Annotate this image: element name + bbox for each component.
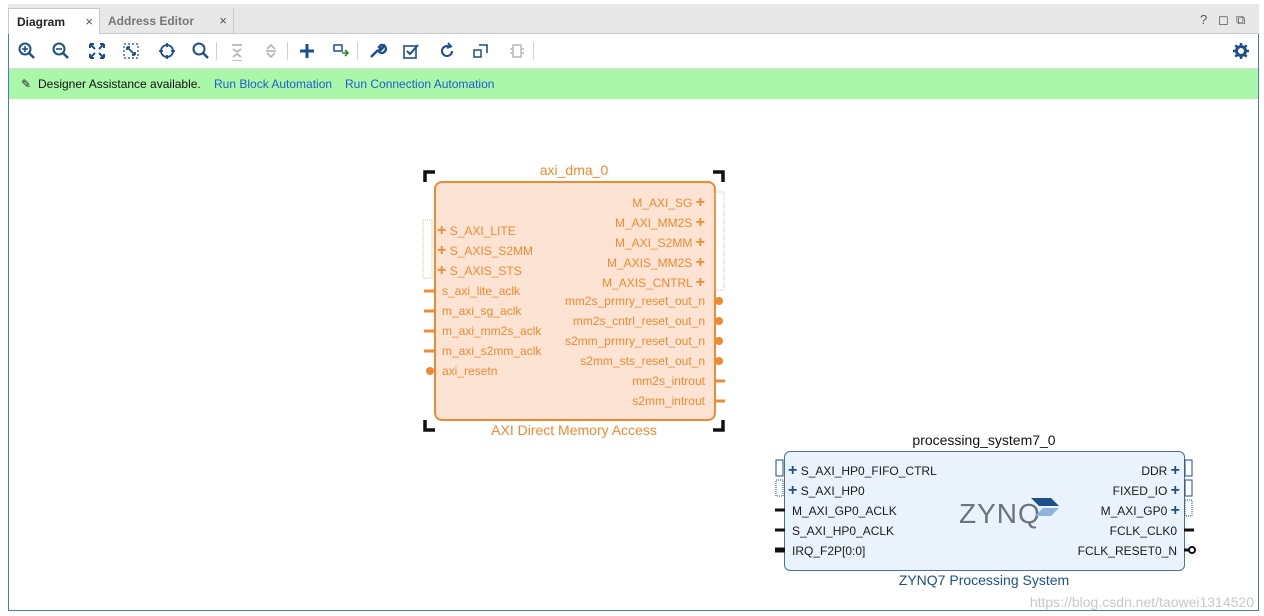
expand-plus-icon[interactable]: +	[696, 234, 705, 251]
zoom-in-icon[interactable]	[17, 41, 37, 61]
ps-right-pins	[1184, 459, 1196, 554]
expand-plus-icon[interactable]: +	[788, 482, 797, 499]
dma-left-pins	[422, 219, 434, 375]
port-s-axi-hp0-fifo-ctrl[interactable]: + S_AXI_HP0_FIFO_CTRL	[788, 462, 937, 480]
toolbar-separator	[357, 42, 358, 60]
ps-left-pins	[775, 459, 785, 553]
port-label: S_AXI_LITE	[449, 224, 516, 238]
tab-diagram[interactable]: Diagram ×	[8, 8, 100, 34]
port-m-axis-cntrl[interactable]: M_AXIS_CNTRL +	[602, 274, 705, 292]
designer-assistance-banner: ✎ Designer Assistance available. Run Blo…	[9, 69, 1258, 99]
expand-plus-icon[interactable]: +	[696, 274, 705, 291]
port-m-axi-gp0[interactable]: M_AXI_GP0 +	[1101, 502, 1180, 520]
run-connection-automation-link[interactable]: Run Connection Automation	[345, 69, 494, 99]
port-m-axi-s2mm[interactable]: M_AXI_S2MM +	[615, 234, 705, 252]
expand-plus-icon[interactable]: +	[696, 194, 705, 211]
expand-all-icon[interactable]	[261, 41, 281, 61]
port-label: M_AXI_SG	[632, 196, 693, 210]
port-icon[interactable]	[507, 41, 527, 61]
help-icon[interactable]: ?	[1200, 12, 1207, 27]
port-mm2s-cntrl-reset-out-n[interactable]: mm2s_cntrl_reset_out_n	[573, 314, 705, 328]
port-s-axis-s2mm[interactable]: + S_AXIS_S2MM	[437, 242, 533, 260]
expand-plus-icon[interactable]: +	[788, 462, 797, 479]
port-s-axi-hp0-aclk[interactable]: S_AXI_HP0_ACLK	[792, 524, 894, 538]
port-m-axi-sg[interactable]: M_AXI_SG +	[632, 194, 705, 212]
zynq-logo-mark	[1031, 498, 1059, 516]
port-label: FIXED_IO	[1112, 484, 1168, 498]
port-m-axi-sg-aclk[interactable]: m_axi_sg_aclk	[442, 304, 521, 318]
zoom-out-icon[interactable]	[51, 41, 71, 61]
port-label: DDR	[1141, 464, 1168, 478]
expand-plus-icon[interactable]: +	[696, 254, 705, 271]
center-icon[interactable]	[157, 41, 177, 61]
tab-bar: Diagram × Address Editor × ? ◻ ⧉	[8, 4, 1259, 34]
port-axi-resetn[interactable]: axi_resetn	[442, 364, 497, 378]
port-m-axis-mm2s[interactable]: M_AXIS_MM2S +	[607, 254, 705, 272]
port-m-axi-gp0-aclk[interactable]: M_AXI_GP0_ACLK	[792, 504, 897, 518]
zoom-fit-icon[interactable]	[87, 41, 107, 61]
tab-diagram-label: Diagram	[17, 15, 66, 29]
port-s2mm-introut[interactable]: s2mm_introut	[632, 394, 705, 408]
port-label: M_AXIS_MM2S	[606, 256, 693, 270]
search-icon[interactable]	[191, 41, 211, 61]
port-s-axi-lite[interactable]: + S_AXI_LITE	[437, 222, 516, 240]
refresh-icon[interactable]	[437, 41, 457, 61]
port-label: S_AXIS_S2MM	[449, 244, 534, 258]
port-s-axi-lite-aclk[interactable]: s_axi_lite_aclk	[442, 284, 520, 298]
port-s-axi-hp0[interactable]: + S_AXI_HP0	[788, 482, 865, 500]
run-block-automation-link[interactable]: Run Block Automation	[214, 69, 332, 99]
diagram-canvas[interactable]: axi_dma_0 + S_AXI_LITE + S_AXIS_S2MM + S…	[9, 100, 1258, 610]
port-m-axi-mm2s[interactable]: M_AXI_MM2S +	[615, 214, 705, 232]
port-label: M_AXI_MM2S	[614, 216, 693, 230]
port-irq-f2p[interactable]: IRQ_F2P[0:0]	[792, 544, 865, 558]
port-label: M_AXIS_CNTRL	[602, 276, 693, 290]
fit-selection-icon[interactable]	[121, 41, 141, 61]
tab-address-editor-label: Address Editor	[108, 14, 195, 28]
toolbar-separator	[216, 42, 217, 60]
ps-instance-name: processing_system7_0	[912, 432, 1056, 448]
pin-icon: ✎	[21, 77, 32, 91]
port-label: M_AXI_S2MM	[614, 236, 693, 250]
ps-ip-name: ZYNQ7 Processing System	[898, 572, 1070, 588]
diagram-toolbar	[9, 34, 1258, 69]
port-fclk-reset0-n[interactable]: FCLK_RESET0_N	[1078, 544, 1177, 558]
maximize-icon[interactable]: ◻	[1218, 12, 1229, 28]
port-s-axis-sts[interactable]: + S_AXIS_STS	[437, 262, 522, 280]
regenerate-layout-icon[interactable]	[471, 41, 491, 61]
port-label: S_AXI_HP0	[800, 484, 865, 498]
float-icon[interactable]: ⧉	[1236, 12, 1245, 28]
port-label: S_AXIS_STS	[449, 264, 522, 278]
port-fixed-io[interactable]: FIXED_IO +	[1113, 482, 1180, 500]
expand-plus-icon[interactable]: +	[1171, 502, 1180, 519]
toolbar-separator	[533, 42, 534, 60]
port-mm2s-introut[interactable]: mm2s_introut	[632, 374, 705, 388]
port-fclk-clk0[interactable]: FCLK_CLK0	[1110, 524, 1177, 538]
close-icon[interactable]: ×	[219, 8, 227, 34]
add-ip-icon[interactable]	[297, 41, 317, 61]
port-s2mm-prmry-reset-out-n[interactable]: s2mm_prmry_reset_out_n	[565, 334, 705, 348]
expand-plus-icon[interactable]: +	[1171, 482, 1180, 499]
expand-plus-icon[interactable]: +	[696, 214, 705, 231]
tab-address-editor[interactable]: Address Editor ×	[100, 8, 234, 34]
port-m-axi-mm2s-aclk[interactable]: m_axi_mm2s_aclk	[442, 324, 541, 338]
assistance-text: Designer Assistance available.	[38, 77, 201, 91]
dma-right-pins	[714, 191, 725, 403]
port-m-axi-s2mm-aclk[interactable]: m_axi_s2mm_aclk	[442, 344, 541, 358]
port-label: M_AXI_GP0	[1100, 504, 1168, 518]
collapse-all-icon[interactable]	[227, 41, 247, 62]
wrench-icon[interactable]	[367, 41, 388, 61]
toolbar-separator	[287, 42, 288, 60]
add-module-icon[interactable]	[331, 41, 351, 61]
port-mm2s-prmry-reset-out-n[interactable]: mm2s_prmry_reset_out_n	[565, 294, 705, 308]
axi-dma-ip-name: AXI Direct Memory Access	[491, 422, 657, 438]
watermark: https://blog.csdn.net/taowei1314520	[1029, 594, 1254, 610]
port-label: S_AXI_HP0_FIFO_CTRL	[800, 464, 937, 478]
port-ddr[interactable]: DDR +	[1141, 462, 1180, 480]
validate-icon[interactable]	[401, 41, 421, 61]
gear-icon[interactable]	[1231, 41, 1251, 61]
close-icon[interactable]: ×	[85, 9, 93, 35]
port-s2mm-sts-reset-out-n[interactable]: s2mm_sts_reset_out_n	[580, 354, 705, 368]
expand-plus-icon[interactable]: +	[1171, 462, 1180, 479]
